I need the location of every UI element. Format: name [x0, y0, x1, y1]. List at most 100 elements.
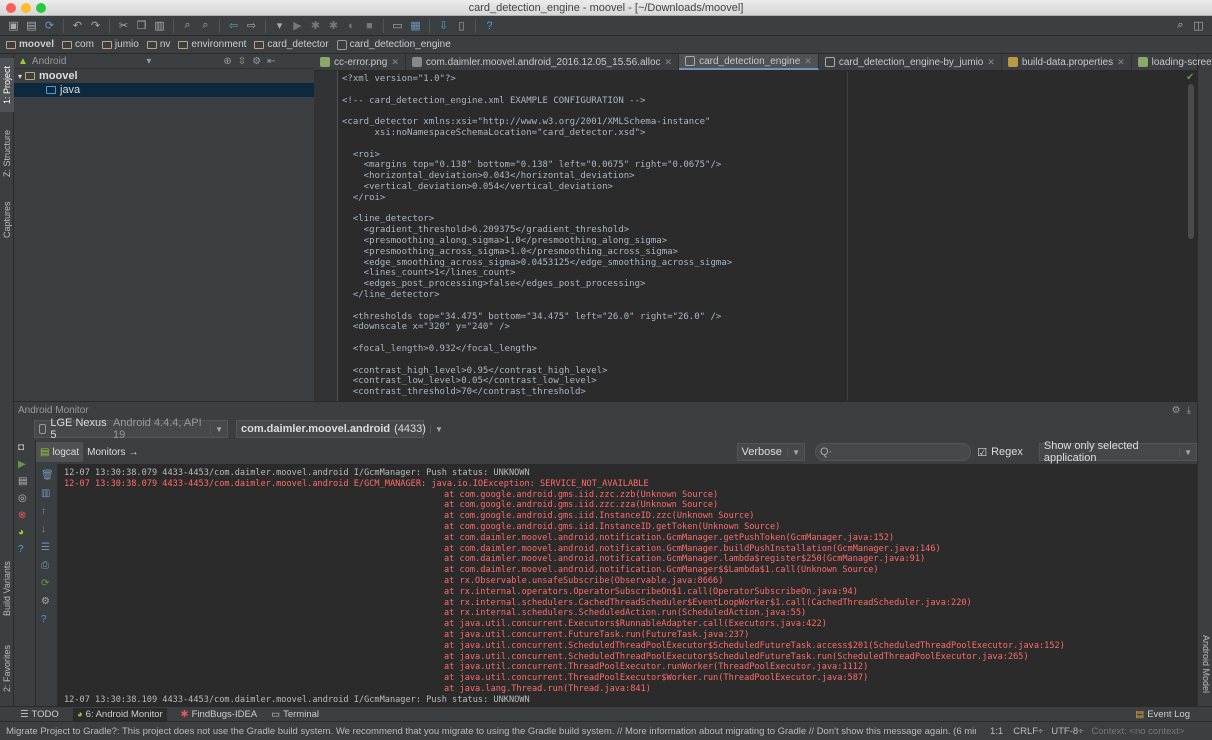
- android-icon[interactable]: ◕: [18, 527, 31, 538]
- project-structure-icon[interactable]: ▦: [408, 18, 423, 33]
- tab-android-monitor[interactable]: ◕ 6: Android Monitor: [72, 707, 167, 721]
- save-icon[interactable]: ▤: [24, 18, 39, 33]
- project-view-selector[interactable]: Android: [32, 56, 66, 67]
- tab-logcat[interactable]: ▤ logcat: [36, 442, 84, 462]
- close-icon[interactable]: ✕: [1117, 57, 1125, 68]
- help-icon[interactable]: ?: [482, 18, 497, 33]
- structure-tool-button[interactable]: Z: Structure: [0, 122, 14, 184]
- tab-monitors[interactable]: Monitors →: [83, 442, 142, 462]
- breadcrumb-item[interactable]: card_detection_engine: [336, 39, 451, 50]
- project-tool-button[interactable]: 1: Project: [0, 58, 14, 112]
- redo-icon[interactable]: ↷: [88, 18, 103, 33]
- soft-wrap-icon[interactable]: ☰: [41, 542, 52, 553]
- breadcrumb-item[interactable]: com: [62, 39, 94, 50]
- print-icon[interactable]: ⎙: [41, 560, 52, 571]
- stop-icon[interactable]: ■: [362, 18, 377, 33]
- avd-manager-icon[interactable]: ▯: [454, 18, 469, 33]
- hide-panel-icon[interactable]: ⇤: [267, 56, 275, 67]
- tab-terminal[interactable]: ▭ Terminal: [271, 709, 319, 720]
- tab-findbugs[interactable]: ✱ FindBugs-IDEA: [181, 709, 257, 720]
- maximize-window-button[interactable]: [36, 3, 46, 13]
- minimize-window-button[interactable]: [21, 3, 31, 13]
- chevron-down-icon[interactable]: ▾: [18, 72, 22, 81]
- close-icon[interactable]: ✕: [987, 57, 995, 68]
- scroll-from-source-icon[interactable]: ⊕: [223, 56, 231, 67]
- tab-build-data-properties[interactable]: build-data.properties ✕: [1002, 54, 1132, 70]
- filter-selector[interactable]: Show only selected application ▼: [1038, 440, 1198, 464]
- file-encoding[interactable]: UTF-8÷: [1051, 726, 1083, 737]
- tab-event-log[interactable]: ▤ Event Log: [1135, 709, 1190, 720]
- collapse-all-icon[interactable]: ⇳: [238, 56, 246, 67]
- captures-tool-button[interactable]: Captures: [0, 194, 14, 246]
- find-icon[interactable]: ⌕: [180, 18, 195, 33]
- line-separator[interactable]: CRLF÷: [1013, 726, 1043, 737]
- breadcrumb-item[interactable]: card_detector: [254, 39, 329, 50]
- caret-position[interactable]: 1:1: [990, 726, 1003, 737]
- cut-icon[interactable]: ✂: [116, 18, 131, 33]
- logcat-output[interactable]: 12-07 13:30:38.079 4433-4453/com.daimler…: [58, 464, 1197, 706]
- process-selector[interactable]: com.daimler.moovel.android (4433) ▼: [236, 420, 443, 438]
- screen-capture-icon[interactable]: ◘: [18, 442, 31, 453]
- device-selector[interactable]: LGE Nexus 5 Android 4.4.4, API 19 ▼: [34, 417, 228, 441]
- help-icon[interactable]: ?: [18, 544, 31, 555]
- build-variants-tool-button[interactable]: Build Variants: [0, 554, 14, 624]
- tab-todo[interactable]: ☰ TODO: [20, 709, 59, 720]
- attach-debugger-icon[interactable]: ✱: [326, 18, 341, 33]
- log-search-input[interactable]: Q·: [814, 443, 972, 461]
- gear-icon[interactable]: ⚙: [1172, 405, 1181, 416]
- replace-icon[interactable]: ⌕: [198, 18, 213, 33]
- sync-icon[interactable]: ⟳: [42, 18, 57, 33]
- code-editor[interactable]: <?xml version="1.0"?> <!-- card_detectio…: [338, 71, 1197, 401]
- profile-icon[interactable]: ◐: [344, 18, 359, 33]
- tab-cc-error[interactable]: cc-error.png ✕: [314, 54, 406, 70]
- favorites-tool-button[interactable]: 2: Favorites: [0, 638, 14, 698]
- tab-card-detection-engine[interactable]: card_detection_engine ✕: [679, 54, 819, 70]
- tree-item-moovel[interactable]: ▾ moovel: [14, 69, 314, 83]
- close-icon[interactable]: ✕: [804, 56, 812, 67]
- paste-icon[interactable]: ▥: [152, 18, 167, 33]
- tree-item-java[interactable]: java: [14, 83, 314, 97]
- editor-gutter[interactable]: [314, 71, 338, 401]
- forward-icon[interactable]: ⇨: [244, 18, 259, 33]
- close-window-button[interactable]: [6, 3, 16, 13]
- scroll-to-end-icon[interactable]: ▥: [41, 488, 52, 499]
- device-manager-icon[interactable]: ▭: [390, 18, 405, 33]
- copy-icon[interactable]: ❐: [134, 18, 149, 33]
- breadcrumb-item[interactable]: moovel: [6, 39, 54, 50]
- dump-heap-icon[interactable]: ◎: [18, 493, 31, 504]
- tab-loading-screen[interactable]: loading-screen.png✕: [1132, 54, 1212, 70]
- system-info-icon[interactable]: ▤: [18, 476, 31, 487]
- hide-panel-icon[interactable]: ⤓: [1187, 405, 1191, 416]
- breadcrumb-item[interactable]: jumio: [101, 39, 139, 50]
- gear-icon[interactable]: ⚙: [41, 596, 52, 607]
- status-message[interactable]: Migrate Project to Gradle?: This project…: [6, 726, 976, 737]
- terminate-app-icon[interactable]: ⊗: [18, 510, 31, 521]
- breadcrumb-item[interactable]: nv: [146, 39, 170, 50]
- up-icon[interactable]: ↑: [41, 506, 52, 517]
- open-icon[interactable]: ▣: [6, 18, 21, 33]
- down-icon[interactable]: ↓: [41, 524, 52, 535]
- screen-record-icon[interactable]: ▶: [18, 459, 31, 470]
- editor-scrollbar[interactable]: [1188, 84, 1194, 239]
- close-icon[interactable]: ✕: [665, 57, 673, 68]
- undo-icon[interactable]: ↶: [70, 18, 85, 33]
- tab-alloc[interactable]: com.daimler.moovel.android_2016.12.05_15…: [406, 54, 680, 70]
- run-config-dropdown-icon[interactable]: ▾: [272, 18, 287, 33]
- chevron-down-icon[interactable]: ▾: [146, 56, 151, 67]
- close-icon[interactable]: ✕: [391, 57, 399, 68]
- context-indicator[interactable]: Context: <no context>: [1091, 726, 1184, 737]
- sdk-manager-icon[interactable]: ⇩: [436, 18, 451, 33]
- restart-icon[interactable]: ⟳: [41, 578, 52, 589]
- breadcrumb-item[interactable]: environment: [178, 39, 246, 50]
- run-icon[interactable]: ▶: [290, 18, 305, 33]
- gear-icon[interactable]: ⚙: [252, 56, 261, 67]
- log-level-selector[interactable]: Verbose ▼: [736, 443, 805, 461]
- regex-checkbox[interactable]: ☑: [977, 446, 987, 459]
- back-icon[interactable]: ⇦: [226, 18, 241, 33]
- split-icon[interactable]: ◫: [1191, 18, 1206, 33]
- clear-logcat-icon[interactable]: 🗑: [41, 470, 54, 481]
- search-everywhere-icon[interactable]: ⌕: [1173, 18, 1188, 33]
- tab-card-detection-engine-by-jumio[interactable]: card_detection_engine-by_jumio ✕: [819, 54, 1002, 70]
- android-model-tool-button[interactable]: Android Model: [1199, 628, 1212, 700]
- debug-icon[interactable]: ✱: [308, 18, 323, 33]
